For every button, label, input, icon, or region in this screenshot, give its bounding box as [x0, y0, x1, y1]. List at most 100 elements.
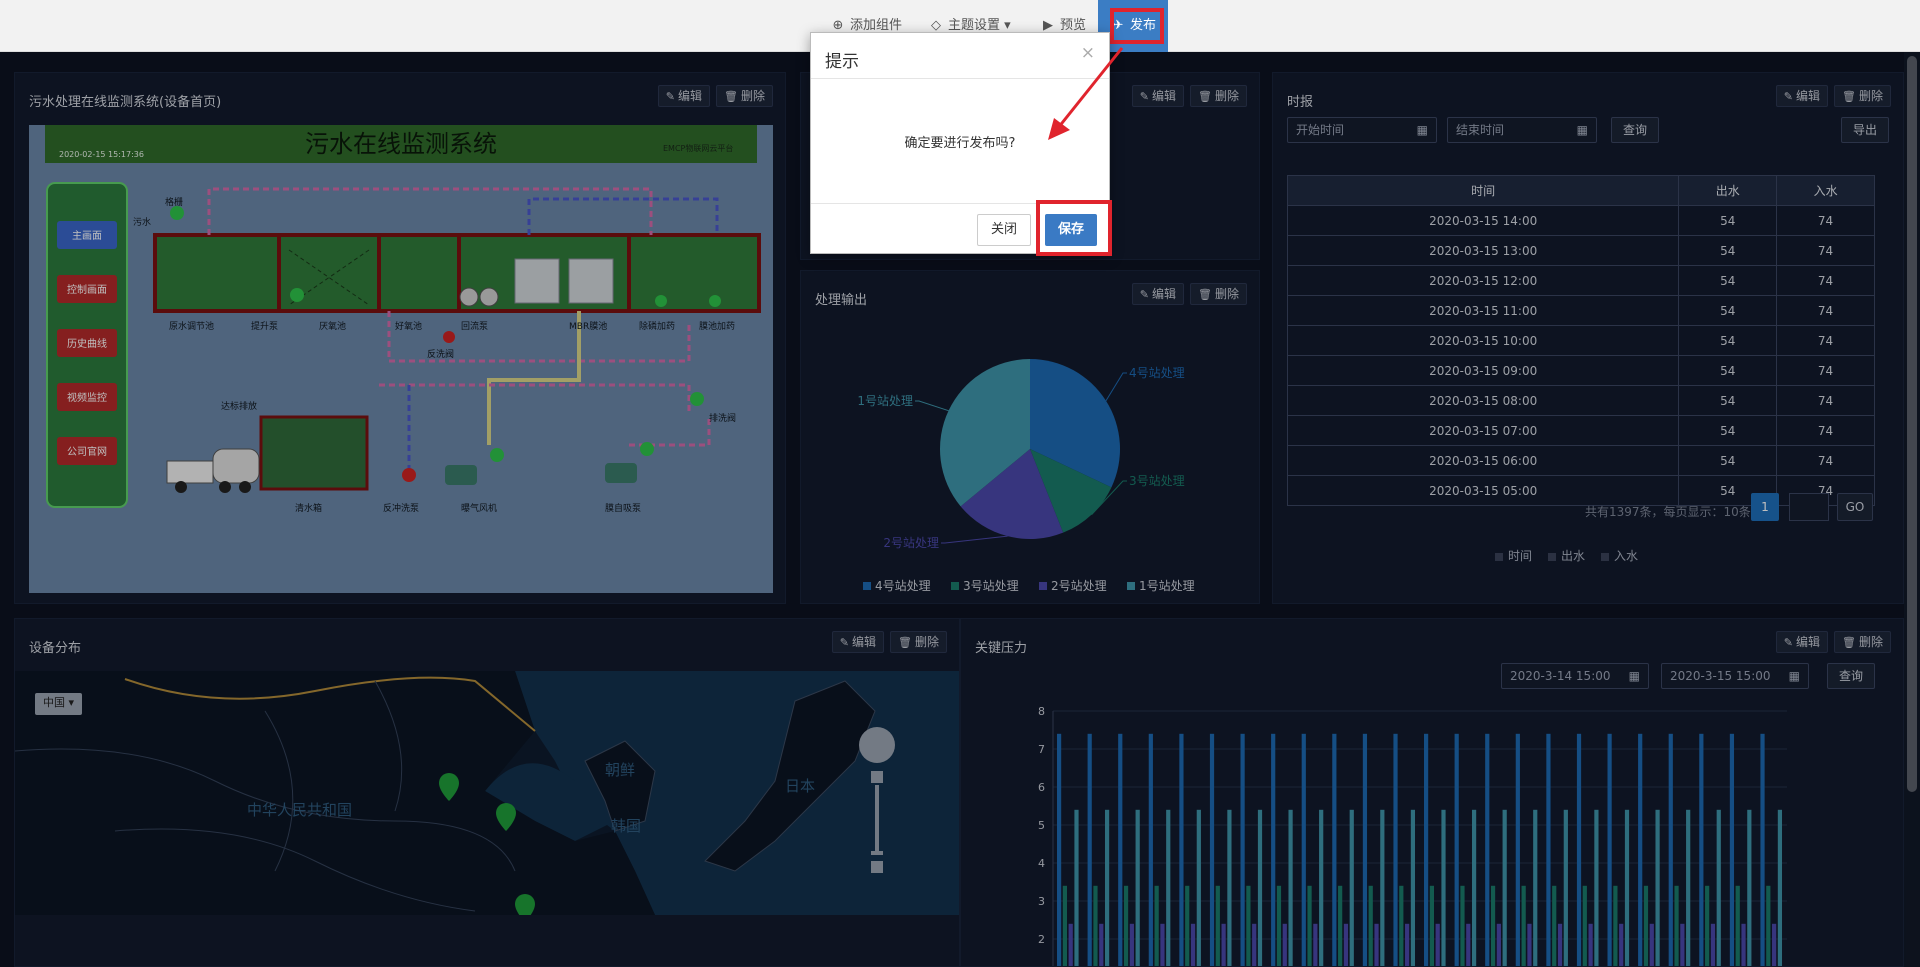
scada-menu-website[interactable]: 公司官网 — [67, 445, 107, 458]
pie-legend-swatch[interactable] — [951, 582, 959, 590]
table-row[interactable]: 2020-03-15 09:00 54 74 — [1286, 355, 1875, 386]
bar[interactable] — [1135, 809, 1140, 967]
pressure-query-button[interactable]: 查询 — [1827, 663, 1876, 689]
zoom-slider-handle[interactable] — [871, 851, 883, 855]
map-edit-button[interactable]: ✎ 编辑 — [831, 631, 885, 653]
bar[interactable] — [1576, 733, 1582, 967]
legend-item-outflow[interactable]: 出水 — [1548, 547, 1585, 564]
bar[interactable] — [1301, 733, 1306, 967]
zoom-out-button[interactable] — [871, 861, 883, 873]
bar[interactable] — [1332, 733, 1337, 967]
bar[interactable] — [1362, 733, 1368, 967]
bar[interactable] — [1760, 733, 1765, 967]
bar[interactable] — [1104, 809, 1110, 967]
table-row[interactable]: 2020-03-15 05:00 54 74 — [1286, 475, 1875, 506]
bar[interactable] — [1093, 885, 1098, 967]
bar[interactable] — [1533, 809, 1538, 967]
bar[interactable] — [1649, 923, 1654, 967]
bar[interactable] — [1747, 809, 1752, 967]
bar[interactable] — [1252, 923, 1257, 967]
bar[interactable] — [1338, 885, 1343, 967]
bar[interactable] — [1368, 885, 1373, 967]
bar[interactable] — [1123, 885, 1129, 967]
bar[interactable] — [1735, 885, 1740, 967]
scada-menu-history[interactable]: 历史曲线 — [67, 337, 107, 350]
bar[interactable] — [1246, 885, 1251, 967]
bar[interactable] — [1087, 733, 1092, 967]
bar[interactable] — [1307, 885, 1312, 967]
bar[interactable] — [1680, 923, 1685, 967]
bar[interactable] — [1716, 809, 1721, 967]
bar[interactable] — [1607, 733, 1612, 967]
bar[interactable] — [1240, 733, 1245, 967]
map-pan-control[interactable] — [859, 727, 895, 763]
hourly-query-button[interactable]: 查询 — [1611, 117, 1660, 143]
bar[interactable] — [1196, 809, 1201, 967]
bar[interactable] — [1643, 885, 1649, 967]
table-row[interactable]: 2020-03-15 10:00 54 74 — [1286, 325, 1875, 356]
bar[interactable] — [1502, 809, 1507, 967]
bar[interactable] — [1435, 923, 1440, 967]
zoom-in-button[interactable] — [871, 771, 883, 783]
bar[interactable] — [1496, 923, 1501, 967]
hourly-edit-button[interactable]: ✎ 编辑 — [1775, 85, 1829, 107]
scada-menu-video[interactable]: 视频监控 — [67, 391, 107, 404]
scada-delete-button[interactable]: 🗑 删除 — [716, 85, 773, 107]
pie-delete-button[interactable]: 🗑 删除 — [1190, 283, 1247, 305]
bar[interactable] — [1271, 733, 1276, 967]
bar[interactable] — [1399, 885, 1404, 967]
bar[interactable] — [1424, 733, 1429, 967]
bar[interactable] — [1619, 923, 1624, 967]
table-row[interactable]: 2020-03-15 13:00 54 74 — [1286, 235, 1875, 266]
pie-legend-swatch[interactable] — [1039, 582, 1047, 590]
region-select[interactable]: 中国 ▾ — [35, 693, 83, 715]
bar[interactable] — [1062, 885, 1067, 967]
export-button[interactable]: 导出 — [1840, 117, 1889, 143]
bar[interactable] — [1686, 809, 1691, 967]
bar[interactable] — [1638, 733, 1643, 967]
bar[interactable] — [1410, 809, 1416, 967]
current-page-button[interactable]: 1 — [1751, 493, 1779, 521]
bar[interactable] — [1099, 923, 1104, 967]
bar[interactable] — [1557, 923, 1563, 967]
scada-menu-control[interactable]: 控制画面 — [67, 283, 107, 296]
pie-legend-swatch[interactable] — [863, 582, 871, 590]
bar[interactable] — [1766, 885, 1771, 967]
bar[interactable] — [1380, 809, 1385, 967]
bar[interactable] — [1668, 733, 1673, 967]
bar[interactable] — [1460, 885, 1465, 967]
bar[interactable] — [1313, 923, 1318, 967]
bar[interactable] — [1705, 885, 1710, 967]
bar[interactable] — [1710, 923, 1716, 967]
bar[interactable] — [1624, 809, 1630, 967]
bar[interactable] — [1588, 923, 1593, 967]
bar[interactable] — [1166, 809, 1171, 967]
pie-legend-label[interactable]: 4号站处理 — [875, 579, 931, 593]
bar[interactable] — [1185, 885, 1190, 967]
device-map[interactable]: 中华人民共和国 朝鲜 韩国 日本 中国 ▾ — [15, 671, 959, 915]
bar[interactable] — [1227, 809, 1232, 967]
bar[interactable] — [1276, 885, 1282, 967]
pie-legend-swatch[interactable] — [1127, 582, 1135, 590]
scada-edit-button[interactable]: ✎ 编辑 — [657, 85, 711, 107]
pie-legend-label[interactable]: 2号站处理 — [1051, 579, 1107, 593]
pressure-edit-button[interactable]: ✎ 编辑 — [1775, 631, 1829, 653]
bar[interactable] — [1466, 923, 1471, 967]
table-row[interactable]: 2020-03-15 08:00 54 74 — [1286, 385, 1875, 416]
table-row[interactable]: 2020-03-15 11:00 54 74 — [1286, 295, 1875, 326]
bar[interactable] — [1515, 733, 1520, 967]
bar[interactable] — [1485, 733, 1490, 967]
bar[interactable] — [1471, 809, 1477, 967]
bar[interactable] — [1074, 809, 1079, 967]
pressure-start-date[interactable]: 2020-3-14 15:00 ▦ — [1501, 663, 1649, 689]
table-row[interactable]: 2020-03-15 06:00 54 74 — [1286, 445, 1875, 476]
table-row[interactable]: 2020-03-15 12:00 54 74 — [1286, 265, 1875, 296]
bar[interactable] — [1319, 809, 1324, 967]
pie-legend-label[interactable]: 3号站处理 — [963, 579, 1019, 593]
bar[interactable] — [1057, 733, 1062, 967]
dialog-close-button[interactable]: 关闭 — [977, 214, 1031, 246]
bar[interactable] — [1552, 885, 1557, 967]
hidden-panel-edit-button[interactable]: ✎ 编辑 — [1131, 85, 1185, 107]
legend-item-inflow[interactable]: 入水 — [1601, 547, 1638, 564]
bar[interactable] — [1349, 809, 1354, 967]
